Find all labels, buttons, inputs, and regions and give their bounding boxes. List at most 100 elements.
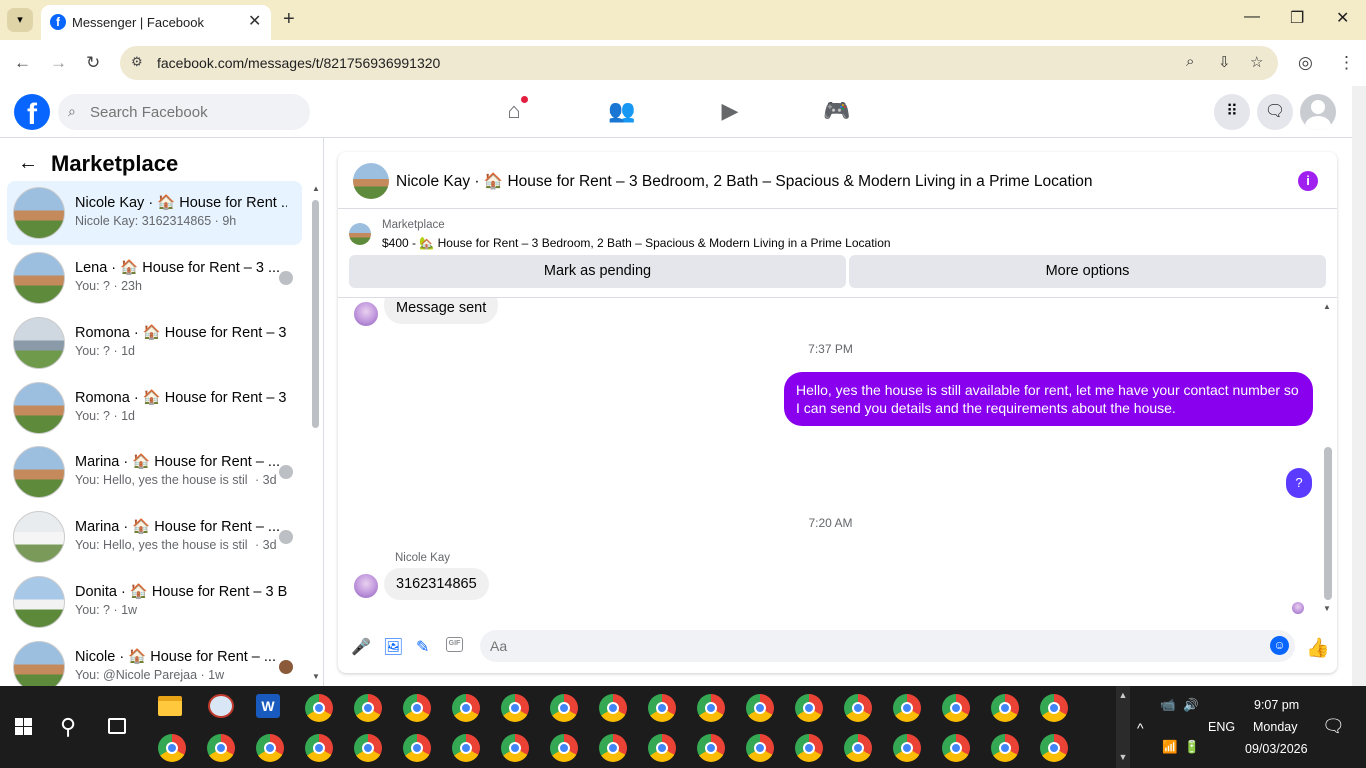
chrome-icon[interactable] xyxy=(501,734,529,762)
file-explorer-icon[interactable] xyxy=(158,696,182,716)
taskbar-search-icon[interactable]: ⚲ xyxy=(60,714,76,740)
chrome-icon[interactable] xyxy=(501,694,529,722)
gaming-icon[interactable]: 🎮 xyxy=(817,98,857,128)
chrome-icon[interactable] xyxy=(844,694,872,722)
conversation-item[interactable]: Lena · 🏠 House for Rent – 3 ... You: ? ·… xyxy=(7,246,302,310)
search-input[interactable] xyxy=(90,94,300,130)
photo-icon[interactable]: 🖼 xyxy=(383,637,403,657)
conversation-item[interactable]: Nicole Kay · 🏠 House for Rent ... Nicole… xyxy=(7,181,302,245)
gif-icon[interactable]: GIF xyxy=(446,637,463,652)
url-text[interactable]: facebook.com/messages/t/821756936991320 xyxy=(157,55,440,71)
messenger-icon[interactable]: 🗨 xyxy=(1257,94,1293,130)
battery-icon[interactable]: 🔋 xyxy=(1184,740,1200,755)
chat-scroll-up-arrow[interactable]: ▲ xyxy=(1323,302,1331,311)
meet-now-icon[interactable]: 📹 xyxy=(1160,698,1176,713)
sticker-icon[interactable]: ✎ xyxy=(416,637,429,657)
chrome-icon[interactable] xyxy=(697,694,725,722)
chrome-icon[interactable] xyxy=(403,734,431,762)
chrome-icon[interactable] xyxy=(795,694,823,722)
sidebar-scrollbar[interactable] xyxy=(312,200,319,428)
friends-icon[interactable]: 👥 xyxy=(602,98,642,128)
language-indicator[interactable]: ENG xyxy=(1208,720,1235,734)
app-icon[interactable] xyxy=(208,694,234,718)
chrome-icon[interactable] xyxy=(893,734,921,762)
tab-search-dropdown[interactable]: ▾ xyxy=(7,8,33,32)
conversation-item[interactable]: Marina · 🏠 House for Rent – ... You: Hel… xyxy=(7,440,302,504)
conversation-item[interactable]: Romona · 🏠 House for Rent – 3... You: ? … xyxy=(7,376,302,440)
chrome-icon[interactable] xyxy=(1040,734,1068,762)
chrome-icon[interactable] xyxy=(648,734,676,762)
chrome-icon[interactable] xyxy=(599,694,627,722)
notifications-icon[interactable]: 🗨 xyxy=(1322,716,1345,737)
listing-thumbnail[interactable] xyxy=(349,223,371,245)
outgoing-message[interactable]: ? xyxy=(1286,468,1312,498)
mark-pending-button[interactable]: Mark as pending xyxy=(349,255,846,288)
video-icon[interactable]: ▶ xyxy=(710,98,750,128)
restore-button[interactable]: ❐ xyxy=(1290,8,1304,28)
taskbar-overflow-scroll[interactable]: ▲ ▼ xyxy=(1116,686,1130,768)
profile-icon[interactable]: ◎ xyxy=(1298,53,1313,73)
wifi-icon[interactable]: 📶 xyxy=(1162,740,1178,755)
chrome-icon[interactable] xyxy=(354,694,382,722)
chrome-icon[interactable] xyxy=(550,734,578,762)
forward-button[interactable]: → xyxy=(50,53,67,73)
message-input-box[interactable]: ☺ xyxy=(480,630,1295,662)
close-window-button[interactable]: ✕ xyxy=(1336,8,1349,28)
chrome-icon[interactable] xyxy=(452,694,480,722)
chrome-icon[interactable] xyxy=(1040,694,1068,722)
back-arrow-icon[interactable]: ← xyxy=(18,152,38,175)
back-button[interactable]: ← xyxy=(14,53,31,73)
conversation-item[interactable]: Romona · 🏠 House for Rent – 3... You: ? … xyxy=(7,311,302,375)
chrome-icon[interactable] xyxy=(550,694,578,722)
new-tab-button[interactable]: + xyxy=(283,8,295,31)
chrome-icon[interactable] xyxy=(991,734,1019,762)
thumbs-up-icon[interactable]: 👍 xyxy=(1306,636,1330,660)
chrome-icon[interactable] xyxy=(942,694,970,722)
show-hidden-icons[interactable]: ^ xyxy=(1137,720,1144,736)
listing-description[interactable]: $400 - 🏡 House for Rent – 3 Bedroom, 2 B… xyxy=(382,236,891,250)
microphone-icon[interactable]: 🎤 xyxy=(351,637,371,657)
chat-avatar[interactable] xyxy=(353,163,389,199)
chrome-icon[interactable] xyxy=(452,734,480,762)
chrome-icon[interactable] xyxy=(305,734,333,762)
reload-button[interactable]: ↻ xyxy=(86,53,100,73)
chrome-icon[interactable] xyxy=(599,734,627,762)
chat-title[interactable]: Nicole Kay · 🏠 House for Rent – 3 Bedroo… xyxy=(396,172,1093,191)
chrome-icon[interactable] xyxy=(158,734,186,762)
conversation-item[interactable]: Donita · 🏠 House for Rent – 3 B... You: … xyxy=(7,570,302,634)
chrome-icon[interactable] xyxy=(305,694,333,722)
chrome-icon[interactable] xyxy=(256,734,284,762)
address-bar[interactable]: ⚙ facebook.com/messages/t/82175693699132… xyxy=(120,46,1278,80)
clock-time[interactable]: 9:07 pm xyxy=(1254,698,1299,712)
scroll-up-arrow[interactable]: ▲ xyxy=(312,184,320,193)
facebook-logo-icon[interactable]: f xyxy=(14,94,50,130)
home-icon[interactable]: ⌂ xyxy=(494,98,534,128)
chrome-icon[interactable] xyxy=(746,734,774,762)
chrome-icon[interactable] xyxy=(697,734,725,762)
chat-scroll-down-arrow[interactable]: ▼ xyxy=(1323,604,1331,613)
message-bubble[interactable]: Message sent xyxy=(384,298,499,324)
chrome-icon[interactable] xyxy=(746,694,774,722)
outgoing-message[interactable]: Hello, yes the house is still available … xyxy=(784,372,1313,426)
word-icon[interactable]: W xyxy=(256,694,280,718)
zoom-icon[interactable]: ⌕ xyxy=(1186,53,1194,70)
browser-menu-icon[interactable]: ⋮ xyxy=(1338,53,1355,73)
chrome-icon[interactable] xyxy=(354,734,382,762)
conversation-item[interactable]: Marina · 🏠 House for Rent – ... You: Hel… xyxy=(7,505,302,569)
chrome-icon[interactable] xyxy=(893,694,921,722)
facebook-search[interactable]: ⌕ xyxy=(58,94,310,130)
chrome-icon[interactable] xyxy=(991,694,1019,722)
chrome-icon[interactable] xyxy=(403,694,431,722)
chrome-icon[interactable] xyxy=(795,734,823,762)
site-info-icon[interactable]: ⚙ xyxy=(131,54,143,70)
install-app-icon[interactable]: ⇩ xyxy=(1218,53,1231,71)
scroll-down-arrow[interactable]: ▼ xyxy=(312,672,320,681)
incoming-message[interactable]: 3162314865 xyxy=(384,568,489,600)
account-avatar[interactable] xyxy=(1300,94,1336,130)
tab-messenger[interactable]: f Messenger | Facebook ✕ xyxy=(41,5,271,40)
page-scrollbar[interactable] xyxy=(1352,86,1366,686)
windows-start-icon[interactable] xyxy=(15,718,32,735)
info-icon[interactable]: i xyxy=(1298,171,1318,191)
message-input[interactable] xyxy=(490,630,1250,662)
more-options-button[interactable]: More options xyxy=(849,255,1326,288)
